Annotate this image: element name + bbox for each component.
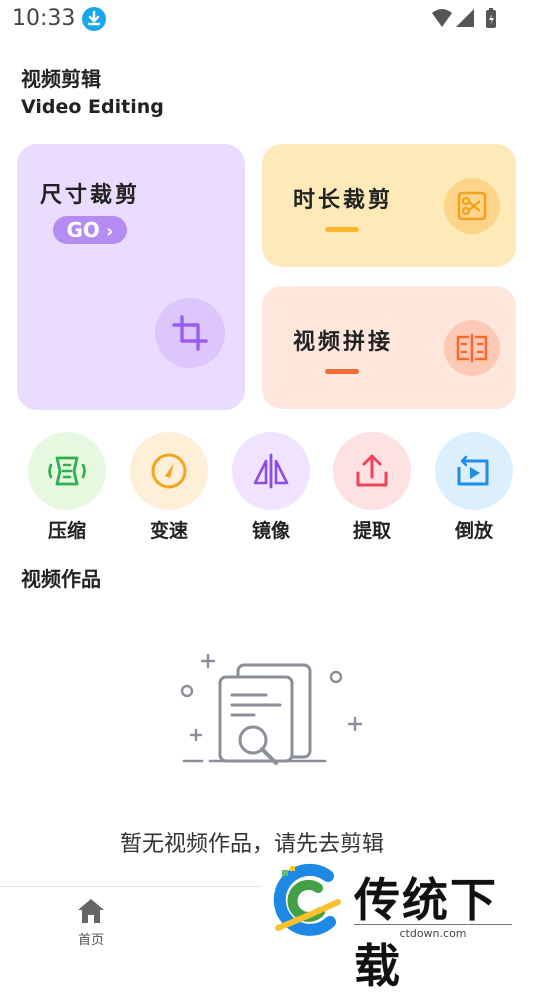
- chevron-right-icon: ›: [99, 221, 114, 242]
- merge-underline: [325, 369, 359, 374]
- duration-crop-title: 时长裁剪: [293, 188, 394, 213]
- wifi-icon: [432, 9, 452, 27]
- duration-underline: [325, 227, 359, 232]
- compress-icon: [28, 432, 106, 510]
- tool-mirror[interactable]: 镜像: [231, 432, 311, 543]
- nav-home-label: 首页: [77, 933, 104, 948]
- system-icons: [430, 7, 500, 35]
- empty-documents-icon: [170, 645, 370, 779]
- page-subtitle: Video Editing: [21, 96, 164, 118]
- tool-reverse[interactable]: 倒放: [434, 432, 514, 543]
- video-merge-title: 视频拼接: [293, 330, 394, 355]
- status-time: 10:33: [12, 6, 76, 31]
- tool-extract[interactable]: 提取: [332, 432, 412, 543]
- go-button[interactable]: GO ›: [53, 216, 127, 244]
- tool-compress-label: 压缩: [47, 520, 86, 542]
- crop-icon: [155, 298, 225, 368]
- film-merge-icon: [444, 320, 500, 376]
- mirror-icon: [232, 432, 310, 510]
- watermark-logo: [273, 863, 341, 936]
- status-bar: 10:33: [0, 0, 540, 38]
- video-merge-card[interactable]: 视频拼接: [262, 286, 516, 409]
- tool-compress[interactable]: 压缩: [27, 432, 107, 543]
- tool-speed[interactable]: 变速: [129, 432, 209, 543]
- reverse-icon: [435, 432, 513, 510]
- works-section-title: 视频作品: [21, 567, 101, 591]
- tool-reverse-label: 倒放: [454, 520, 493, 542]
- tool-speed-label: 变速: [149, 520, 188, 542]
- battery-icon: [486, 8, 496, 28]
- tool-mirror-label: 镜像: [251, 520, 290, 542]
- signal-icon: [456, 9, 474, 27]
- download-icon: [82, 7, 106, 31]
- watermark-url: ctdown.com: [354, 924, 512, 940]
- go-label: GO: [66, 218, 100, 242]
- page-title: 视频剪辑: [21, 67, 101, 91]
- home-icon: [78, 899, 104, 923]
- scissors-icon: [444, 178, 500, 234]
- size-crop-card[interactable]: 尺寸裁剪 GO ›: [17, 144, 245, 410]
- tool-extract-label: 提取: [352, 520, 391, 542]
- empty-state-text: 暂无视频作品，请先去剪辑: [120, 832, 385, 857]
- speed-icon: [130, 432, 208, 510]
- extract-icon: [333, 432, 411, 510]
- duration-crop-card[interactable]: 时长裁剪: [262, 144, 516, 267]
- nav-home[interactable]: 首页: [68, 897, 114, 948]
- watermark: 传统下载 ctdown.com: [262, 856, 540, 993]
- size-crop-title: 尺寸裁剪: [40, 183, 141, 208]
